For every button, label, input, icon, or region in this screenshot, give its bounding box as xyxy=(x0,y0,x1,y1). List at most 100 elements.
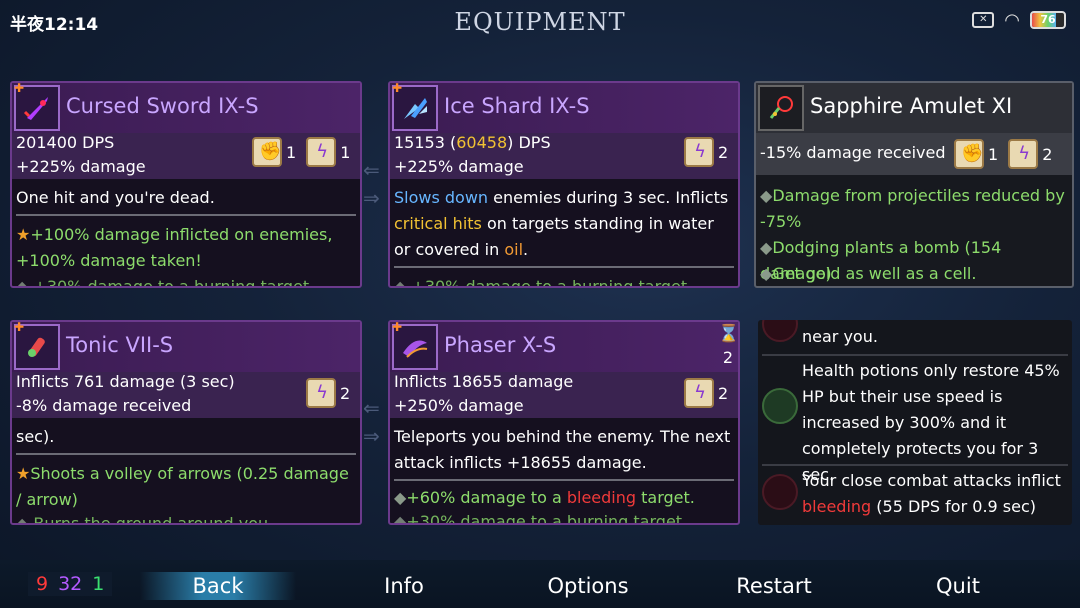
item-name: Tonic VII-S xyxy=(66,333,174,357)
divider xyxy=(394,479,734,481)
amulet-icon xyxy=(758,85,804,131)
hourglass-icon: ⌛ xyxy=(718,324,740,344)
survival-level: 1 xyxy=(92,573,105,595)
battery-icon: 76 xyxy=(1030,11,1066,29)
diamond-icon: ◆ xyxy=(394,488,407,507)
tactics-scroll-icon: ϟ xyxy=(306,137,337,167)
arrow-left-icon: ⇐ xyxy=(363,158,380,182)
brutality-count: 1 xyxy=(286,142,297,162)
scroll-counter: 9 32 1 xyxy=(28,572,113,596)
item-name: Cursed Sword IX-S xyxy=(66,94,259,118)
card-sapphire-amulet[interactable]: Sapphire Amulet XI -15% damage received … xyxy=(754,81,1074,288)
status-bar: 半夜12:14 EQUIPMENT ✕ ◠ 76 xyxy=(0,0,1080,42)
ice-shard-icon: ✚ xyxy=(392,83,438,131)
damage-reduction: -8% damage received xyxy=(16,396,192,415)
card-header: ✚ Ice Shard IX-S xyxy=(390,83,738,133)
mutation-icon xyxy=(762,320,798,342)
brutality-count: 1 xyxy=(988,144,999,164)
quit-button[interactable]: Quit xyxy=(926,572,990,600)
tactics-scroll-icon: ϟ xyxy=(1008,139,1039,169)
diamond-icon: ◆ xyxy=(16,514,29,525)
item-description: Slows down enemies during 3 sec. Inflict… xyxy=(394,188,729,259)
item-description: One hit and you're dead. xyxy=(16,188,215,207)
divider xyxy=(762,464,1068,466)
card-header: Sapphire Amulet XI xyxy=(756,83,1072,133)
star-icon: ★ xyxy=(16,464,31,483)
divider xyxy=(762,354,1068,356)
item-name: Sapphire Amulet XI xyxy=(810,94,1013,118)
scroll-scaling: ϟ 2 xyxy=(684,137,734,167)
star-icon: ★ xyxy=(16,225,31,244)
tactics-scroll-icon: ϟ xyxy=(306,378,336,408)
tactics-count: 1 xyxy=(340,142,351,162)
tactics-level: 32 xyxy=(58,573,83,595)
mutation-text: Your close combat attacks inflict bleedi… xyxy=(802,471,1061,516)
card-phaser[interactable]: ✚ Phaser X-S ⌛ 2 Inflicts 18655 damage +… xyxy=(388,320,740,525)
affix-3: ◆Get gold as well as a cell. xyxy=(760,264,977,283)
battery-percent: 76 xyxy=(1040,13,1056,26)
scroll-scaling: ϟ 2 xyxy=(306,378,356,408)
item-name: Phaser X-S xyxy=(444,333,557,357)
diamond-icon: ◆ xyxy=(394,277,407,288)
divider xyxy=(394,266,734,268)
back-button[interactable]: Back xyxy=(140,572,296,600)
card-tonic[interactable]: ✚ Tonic VII-S Inflicts 761 damage (3 sec… xyxy=(10,320,362,525)
scroll-scaling: ✊ 1 ϟ 2 xyxy=(954,139,1058,169)
affix-1: ◆+60% damage to a bleeding target. xyxy=(394,488,695,507)
affix-2: ◆ +30% damage to a burning target xyxy=(16,274,356,288)
card-ice-shard[interactable]: ✚ Ice Shard IX-S 15153 (60458) DPS +225%… xyxy=(388,81,740,288)
affix-1: ★+100% damage inflicted on enemies, +100… xyxy=(16,225,333,270)
tactics-scroll-icon: ϟ xyxy=(684,378,714,408)
cursed-sword-icon: ✚ xyxy=(14,83,60,131)
card-header: ✚ Tonic VII-S xyxy=(12,322,360,372)
diamond-icon: ◆ xyxy=(760,238,773,257)
bleeding-icon xyxy=(762,474,798,510)
diamond-icon: ◆ xyxy=(760,264,773,283)
close-box-icon: ✕ xyxy=(972,12,995,28)
affix-1: ★Shoots a volley of arrows (0.25 damage … xyxy=(16,464,349,509)
brutality-scroll-icon: ✊ xyxy=(954,139,984,169)
scroll-scaling: ✊ 1 ϟ 1 xyxy=(252,137,356,167)
card-cursed-sword[interactable]: ✚ Cursed Sword IX-S 201400 DPS +225% dam… xyxy=(10,81,362,288)
system-status-icons: ✕ ◠ 76 xyxy=(972,9,1066,31)
affix-1: ◆Damage from projectiles reduced by -75% xyxy=(760,186,1065,231)
scroll-scaling: ϟ 2 xyxy=(684,378,734,408)
card-header: ✚ Cursed Sword IX-S xyxy=(12,83,360,133)
dps-value: 15153 (60458) DPS xyxy=(394,133,551,152)
tactics-count: 2 xyxy=(718,383,729,403)
upgrade-mark-icon: ✚ xyxy=(14,320,25,334)
tactics-count: 2 xyxy=(1042,144,1053,164)
cooldown-count: 2 xyxy=(722,348,734,367)
damage-reduction: -15% damage received xyxy=(760,143,946,162)
tactics-count: 2 xyxy=(340,383,351,403)
upgrade-mark-icon: ✚ xyxy=(392,320,403,334)
arrow-right-icon: ⇒ xyxy=(363,424,380,448)
diamond-icon: ◆ xyxy=(394,512,407,525)
potion-icon xyxy=(762,388,798,424)
info-button[interactable]: Info xyxy=(364,572,444,600)
item-name: Ice Shard IX-S xyxy=(444,94,590,118)
item-description: sec). xyxy=(16,427,55,446)
tonic-icon: ✚ xyxy=(14,322,60,370)
tactics-scroll-icon: ϟ xyxy=(684,137,714,167)
tactics-count: 2 xyxy=(718,142,729,162)
options-button[interactable]: Options xyxy=(538,572,638,600)
mutations-list[interactable]: near you. Health potions only restore 45… xyxy=(758,320,1072,525)
affix-2: ◆+30% damage to a burning target xyxy=(394,509,734,525)
cursed-mark-icon: ✚ xyxy=(14,81,25,95)
wifi-icon: ◠ xyxy=(1004,9,1020,31)
affix-1: ◆ +30% damage to a burning target xyxy=(394,274,734,288)
divider xyxy=(16,453,356,455)
card-header: ✚ Phaser X-S ⌛ 2 xyxy=(390,322,738,372)
restart-button[interactable]: Restart xyxy=(724,572,824,600)
diamond-icon: ◆ xyxy=(16,277,29,288)
divider xyxy=(16,214,356,216)
brutality-level: 9 xyxy=(36,573,49,595)
dps-value: 201400 DPS xyxy=(16,133,115,152)
arrow-left-icon: ⇐ xyxy=(363,396,380,420)
brutality-scroll-icon: ✊ xyxy=(252,137,282,167)
damage-bonus: +250% damage xyxy=(394,396,524,415)
phaser-icon: ✚ xyxy=(392,322,438,370)
damage-bonus: +225% damage xyxy=(16,157,146,176)
upgrade-mark-icon: ✚ xyxy=(392,81,403,95)
